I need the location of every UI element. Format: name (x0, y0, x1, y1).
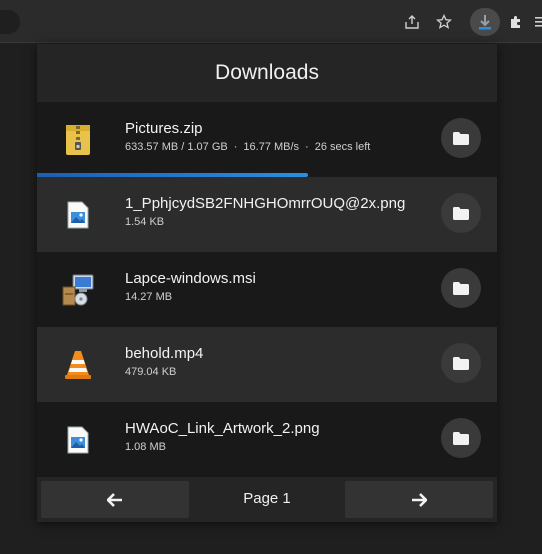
download-item[interactable]: Lapce-windows.msi 14.27 MB (37, 252, 497, 327)
show-in-folder-button[interactable] (441, 193, 481, 233)
folder-icon (453, 431, 469, 445)
file-info: behold.mp4 479.04 KB (125, 345, 203, 378)
file-name: HWAoC_Link_Artwork_2.png (125, 420, 320, 437)
menu-icon[interactable] (532, 10, 542, 34)
file-size: 633.57 MB / 1.07 GB (125, 141, 228, 153)
show-in-folder-button[interactable] (441, 268, 481, 308)
file-size: 14.27 MB (125, 291, 173, 303)
page-indicator: Page 1 (243, 490, 291, 507)
show-in-folder-button[interactable] (441, 118, 481, 158)
file-size: 1.54 KB (125, 216, 165, 228)
next-page-button[interactable] (345, 481, 493, 518)
image-file-icon (61, 422, 95, 458)
separator-dot: · (233, 141, 238, 153)
file-size: 1.08 MB (125, 441, 166, 453)
folder-icon (453, 131, 469, 145)
omnibox-edge (0, 10, 20, 34)
arrow-left-icon (107, 492, 122, 507)
arrow-right-icon (412, 492, 427, 507)
download-item[interactable]: behold.mp4 479.04 KB (37, 327, 497, 402)
file-meta: 633.57 MB / 1.07 GB · 16.77 MB/s · 26 secs l… (125, 141, 370, 153)
file-name: 1_PphjcydSB2FNHGHOmrrOUQ@2x.png (125, 195, 406, 212)
download-item[interactable]: HWAoC_Link_Artwork_2.png 1.08 MB (37, 402, 497, 477)
folder-icon (453, 356, 469, 370)
installer-icon (61, 272, 95, 308)
download-icon[interactable] (470, 8, 500, 36)
star-icon[interactable] (432, 10, 456, 34)
file-name: behold.mp4 (125, 345, 204, 362)
show-in-folder-button[interactable] (441, 418, 481, 458)
separator-dot: · (305, 141, 309, 153)
popup-header: Downloads (37, 44, 497, 102)
file-info: 1_PphjcydSB2FNHGHOmrrOUQ@2x.png 1.54 KB (125, 195, 405, 228)
show-in-folder-button[interactable] (441, 343, 481, 383)
zip-archive-icon (61, 122, 95, 158)
popup-title: Downloads (215, 61, 319, 84)
previous-page-button[interactable] (41, 481, 189, 518)
time-remaining: 26 secs left (314, 141, 371, 153)
file-size: 479.04 KB (125, 366, 177, 378)
vlc-cone-icon (61, 347, 95, 383)
pagination-bar: Page 1 (37, 477, 497, 522)
downloads-popup: Downloads Pictures.zip 633.57 MB / 1.07 … (37, 44, 497, 522)
download-item[interactable]: Pictures.zip 633.57 MB / 1.07 GB · 16.77 M… (37, 102, 497, 177)
browser-toolbar (0, 0, 542, 43)
file-info: Pictures.zip 633.57 MB / 1.07 GB · 16.77 M… (125, 120, 370, 153)
file-info: Lapce-windows.msi 14.27 MB (125, 270, 256, 303)
download-speed: 16.77 MB/s (243, 141, 300, 153)
extensions-icon[interactable] (504, 10, 528, 34)
download-item[interactable]: 1_PphjcydSB2FNHGHOmrrOUQ@2x.png 1.54 KB (37, 177, 497, 252)
file-name: Pictures.zip (125, 120, 203, 137)
image-file-icon (61, 197, 95, 233)
folder-icon (453, 281, 469, 295)
folder-icon (453, 206, 469, 220)
file-name: Lapce-windows.msi (125, 270, 256, 287)
file-info: HWAoC_Link_Artwork_2.png 1.08 MB (125, 420, 320, 453)
share-icon[interactable] (400, 10, 424, 34)
